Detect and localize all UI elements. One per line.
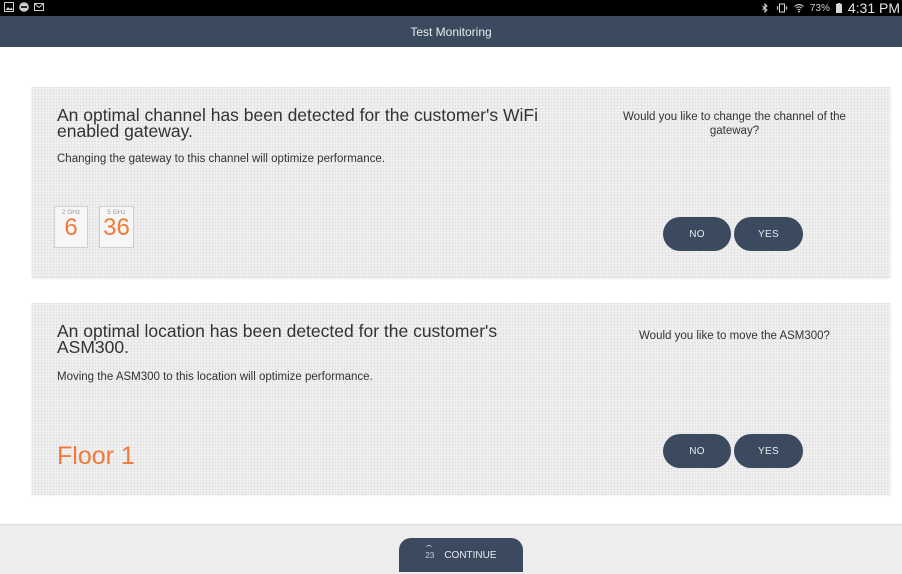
location-card: An optimal location has been detected fo… <box>32 303 890 494</box>
continue-label: CONTINUE <box>444 549 497 561</box>
battery-percent: 73% <box>809 2 830 14</box>
continue-button[interactable]: 23 CONTINUE <box>399 538 523 572</box>
location-no-button[interactable]: NO <box>663 434 731 468</box>
location-card-subtitle: Moving the ASM300 to this location will … <box>57 371 373 383</box>
status-right-icons: 73% 4:31 PM <box>760 0 900 16</box>
location-yes-button[interactable]: YES <box>734 434 803 468</box>
vibrate-icon <box>776 3 788 13</box>
channel-card: An optimal channel has been detected for… <box>32 87 890 277</box>
location-question: Would you like to move the ASM300? <box>639 330 830 342</box>
page-title: Test Monitoring <box>410 24 492 39</box>
battery-icon <box>835 3 842 13</box>
status-left-icons <box>4 2 44 12</box>
channel-2ghz-value: 6 <box>64 214 78 241</box>
minus-circle-icon <box>19 2 29 12</box>
location-value: Floor 1 <box>57 442 135 470</box>
channel-2ghz-box: 2 GHz 6 <box>54 206 88 248</box>
bluetooth-icon <box>762 3 768 13</box>
channel-no-button[interactable]: NO <box>663 217 731 251</box>
channel-question: Would you like to change the channel of … <box>623 111 846 137</box>
countdown-value: 23 <box>425 550 435 560</box>
app-bar: Test Monitoring <box>0 16 902 47</box>
location-card-title: An optimal location has been detected fo… <box>57 321 498 357</box>
image-icon <box>4 2 14 12</box>
channel-card-title: An optimal channel has been detected for… <box>57 105 538 141</box>
countdown-timer: 23 <box>425 544 435 560</box>
mail-icon <box>34 3 44 11</box>
channel-card-subtitle: Changing the gateway to this channel wil… <box>57 153 385 165</box>
channel-5ghz-value: 36 <box>103 214 130 241</box>
footer-bar: 23 CONTINUE <box>0 524 902 574</box>
status-time: 4:31 PM <box>847 0 900 16</box>
wifi-icon <box>794 4 804 13</box>
countdown-arc-icon <box>426 544 433 549</box>
channel-yes-button[interactable]: YES <box>734 217 803 251</box>
status-bar: 73% 4:31 PM <box>0 0 902 16</box>
channel-5ghz-box: 5 GHz 36 <box>99 206 134 248</box>
